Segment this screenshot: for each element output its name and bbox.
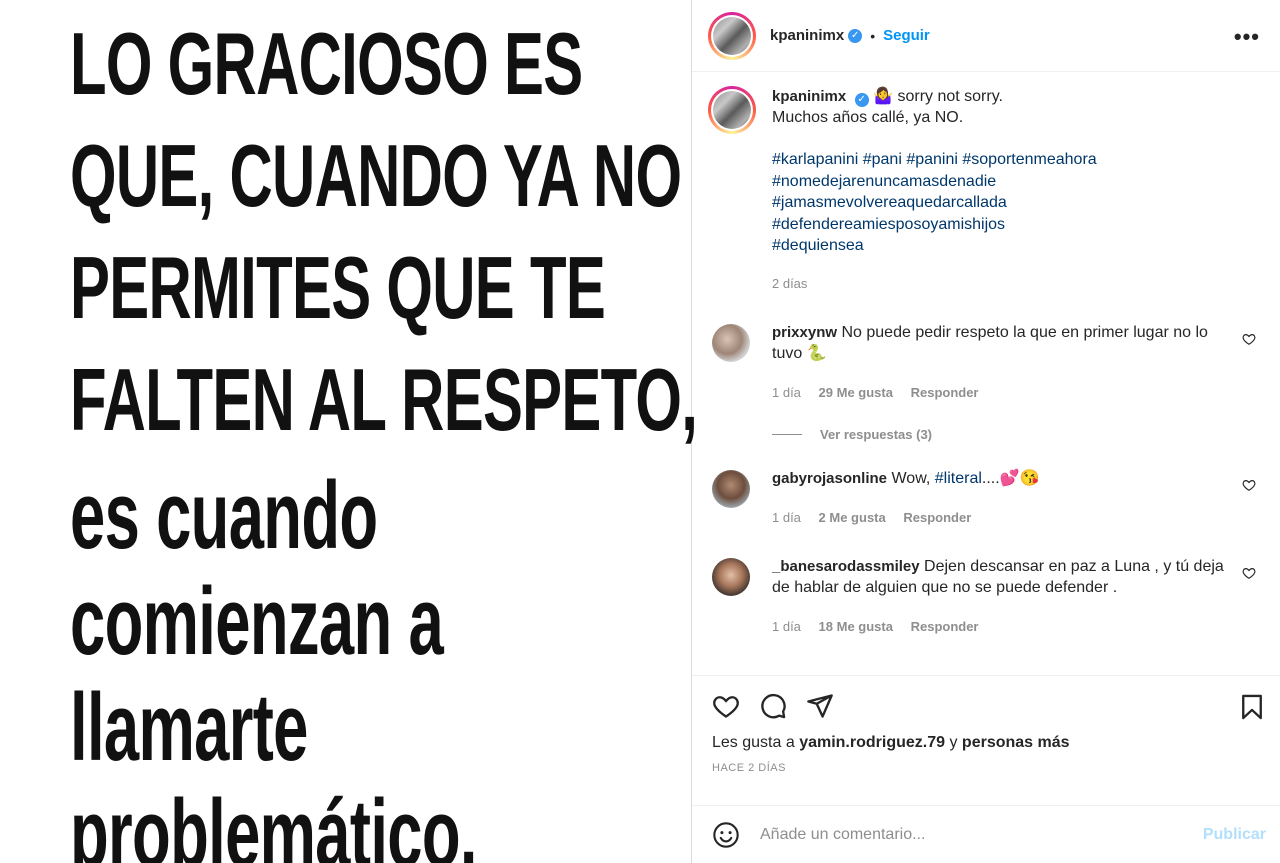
post-caption: kpaninimx ✓ 🤷‍♀️ sorry not sorry. Muchos… <box>708 86 1264 294</box>
meme-line: comienzan a <box>70 568 444 675</box>
meme-line: problemático. <box>70 780 478 863</box>
comment-likes[interactable]: 2 Me gusta <box>819 510 886 525</box>
comment-username[interactable]: prixxynw <box>772 324 837 341</box>
comment-time[interactable]: 1 día <box>772 385 801 400</box>
avatar[interactable] <box>712 469 750 508</box>
avatar[interactable] <box>708 86 756 134</box>
verified-badge-icon: ✓ <box>848 28 863 43</box>
post-sidebar: kpaninimx ✓ • Seguir ••• kpaninimx ✓ 🤷‍♀… <box>692 0 1280 863</box>
likes-and: y <box>949 734 958 751</box>
post-actions: Les gusta a yamin.rodriguez.79 y persona… <box>692 675 1280 805</box>
reply-button[interactable]: Responder <box>911 385 979 400</box>
post-image[interactable]: LO GRACIOSO ES QUE, CUANDO YA NO PERMITE… <box>0 0 698 863</box>
post-date[interactable]: HACE 2 DÍAS <box>712 762 1260 774</box>
comment-text: Wow, <box>891 469 935 487</box>
emoji-smile-icon[interactable] <box>712 821 740 849</box>
caption-body: kpaninimx ✓ 🤷‍♀️ sorry not sorry. Muchos… <box>772 86 1097 294</box>
hashtags: #karlapanini #pani #panini #soportenmeah… <box>772 149 1097 257</box>
share-send-icon[interactable] <box>806 692 834 720</box>
separator-dot: • <box>870 27 876 44</box>
comment-likes[interactable]: 29 Me gusta <box>819 385 893 400</box>
meme-line: PERMITES QUE TE <box>70 238 606 337</box>
comments-list[interactable]: kpaninimx ✓ 🤷‍♀️ sorry not sorry. Muchos… <box>692 72 1280 675</box>
caption-username[interactable]: kpaninimx <box>772 88 846 105</box>
caption-text: sorry not sorry. <box>897 88 1003 105</box>
comment-text: ....💕😘 <box>981 469 1040 487</box>
post-modal: LO GRACIOSO ES QUE, CUANDO YA NO PERMITE… <box>0 0 1280 863</box>
heart-icon[interactable] <box>1242 478 1256 492</box>
likes-more-link[interactable]: personas más <box>962 734 1070 751</box>
avatar[interactable] <box>708 11 756 60</box>
comment-time[interactable]: 1 día <box>772 619 801 634</box>
heart-icon[interactable] <box>1242 332 1256 346</box>
view-replies-button[interactable]: Ver respuestas (3) <box>772 427 1264 442</box>
comment-username[interactable]: _banesarodassmiley <box>772 558 920 575</box>
comment-time[interactable]: 1 día <box>772 510 801 525</box>
avatar[interactable] <box>712 323 750 362</box>
more-options-icon[interactable]: ••• <box>1234 24 1260 50</box>
add-comment-bar: Publicar <box>692 805 1280 863</box>
hashtag-line[interactable]: #nomedejarenuncamasdenadie <box>772 171 1097 193</box>
caption-text: Muchos años callé, ya NO. <box>772 109 964 126</box>
view-replies-label: Ver respuestas (3) <box>820 426 933 442</box>
likes-summary: Les gusta a yamin.rodriguez.79 y persona… <box>712 734 1260 752</box>
follow-button[interactable]: Seguir <box>883 27 930 44</box>
comment-item: prixxynw No puede pedir respeto la que e… <box>708 322 1264 403</box>
likes-prefix: Les gusta a <box>712 734 795 751</box>
liked-by-user[interactable]: yamin.rodriguez.79 <box>799 734 945 751</box>
meme-line: llamarte <box>70 674 308 781</box>
header-username[interactable]: kpaninimx <box>770 27 844 44</box>
hashtag-link[interactable]: #literal <box>935 470 982 487</box>
hashtag-line[interactable]: #defendereamiesposoyamishijos <box>772 214 1097 236</box>
verified-badge-icon: ✓ <box>854 93 869 107</box>
meme-line: FALTEN AL RESPETO, <box>70 350 698 449</box>
reply-button[interactable]: Responder <box>911 619 979 634</box>
comment-item: _banesarodassmiley Dejen descansar en pa… <box>708 556 1264 637</box>
hashtag-line[interactable]: #karlapanini #pani #panini #soportenmeah… <box>772 149 1097 171</box>
hashtag-line[interactable]: #jamasmevolvereaquedarcallada <box>772 192 1097 214</box>
comment-item: gabyrojasonline Wow, #literal....💕😘 1 dí… <box>708 468 1264 528</box>
meme-text: LO GRACIOSO ES QUE, CUANDO YA NO PERMITE… <box>70 14 698 863</box>
caption-timestamp[interactable]: 2 días <box>772 273 1097 294</box>
post-header: kpaninimx ✓ • Seguir ••• <box>692 0 1280 72</box>
avatar[interactable] <box>712 557 750 596</box>
comment-likes[interactable]: 18 Me gusta <box>819 619 893 634</box>
replies-divider <box>772 433 802 435</box>
comment-username[interactable]: gabyrojasonline <box>772 470 887 487</box>
meme-line: LO GRACIOSO ES <box>70 14 583 113</box>
comment-bubble-icon[interactable] <box>759 692 787 720</box>
heart-icon[interactable] <box>1242 566 1256 580</box>
bookmark-icon[interactable] <box>1238 693 1266 721</box>
caption-emoji: 🤷‍♀️ <box>873 88 894 105</box>
reply-button[interactable]: Responder <box>903 510 971 525</box>
meme-line: QUE, CUANDO YA NO <box>70 126 682 225</box>
publish-button[interactable]: Publicar <box>1203 826 1266 844</box>
meme-line: es cuando <box>70 462 378 569</box>
comment-input[interactable] <box>760 825 1203 844</box>
hashtag-line[interactable]: #dequiensea <box>772 235 1097 257</box>
like-heart-icon[interactable] <box>712 692 740 720</box>
comment-text: No puede pedir respeto la que en primer … <box>772 323 1208 362</box>
